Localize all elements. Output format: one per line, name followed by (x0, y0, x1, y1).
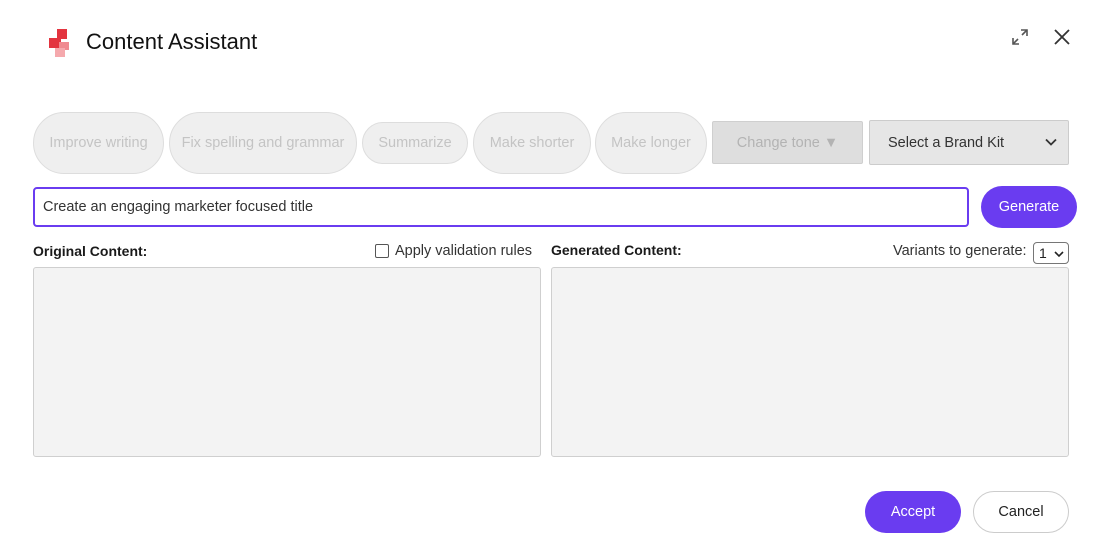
accept-button[interactable]: Accept (865, 491, 961, 533)
prompt-input[interactable] (33, 187, 969, 227)
expand-icon (1012, 29, 1028, 45)
variants-label: Variants to generate: (893, 243, 1027, 259)
close-icon (1054, 29, 1070, 45)
improve-writing-button[interactable]: Improve writing (33, 112, 164, 174)
original-content-area[interactable] (33, 267, 541, 457)
fix-spelling-button[interactable]: Fix spelling and grammar (169, 112, 357, 174)
apply-validation-label: Apply validation rules (395, 243, 533, 259)
checkbox-icon[interactable] (375, 244, 389, 258)
dialog-title: Content Assistant (86, 29, 258, 54)
original-content-label: Original Content: (33, 243, 148, 259)
variants-value: 1 (1039, 245, 1047, 261)
chevron-down-icon (1054, 251, 1064, 258)
summarize-button[interactable]: Summarize (362, 122, 468, 164)
cancel-button[interactable]: Cancel (973, 491, 1069, 533)
change-tone-label: Change tone (736, 134, 820, 151)
chevron-down-icon (1045, 138, 1057, 146)
generated-content-area[interactable] (551, 267, 1069, 457)
close-button[interactable] (1050, 25, 1074, 49)
generated-content-label: Generated Content: (551, 242, 682, 258)
apply-validation-checkbox[interactable]: Apply validation rules (375, 243, 532, 259)
brand-kit-select[interactable]: Select a Brand Kit (869, 120, 1069, 165)
generate-button[interactable]: Generate (981, 186, 1077, 228)
expand-button[interactable] (1008, 25, 1032, 49)
make-longer-button[interactable]: Make longer (595, 112, 707, 174)
change-tone-button[interactable]: Change tone ▼ (712, 121, 863, 164)
caret-down-icon: ▼ (823, 134, 839, 151)
brand-kit-label: Select a Brand Kit (888, 134, 1005, 151)
brand-logo-icon (49, 29, 69, 57)
variants-select[interactable]: 1 (1033, 242, 1069, 264)
content-assistant-dialog: Content Assistant Improve writing Fix sp… (0, 0, 1101, 551)
make-shorter-button[interactable]: Make shorter (473, 112, 591, 174)
